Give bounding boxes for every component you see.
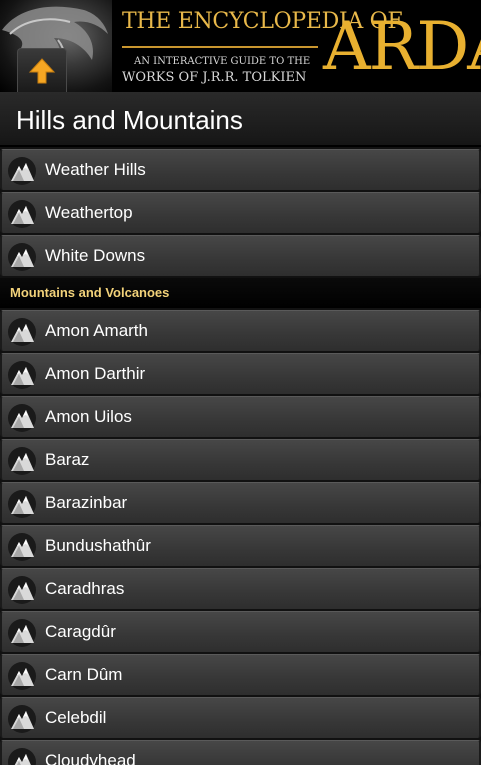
list-item-label: Carn Dûm [45, 665, 123, 684]
title-divider [122, 46, 318, 48]
list-item-label: Celebdil [45, 708, 107, 727]
banner: THE ENCYCLOPEDIA OF AN INTERACTIVE GUIDE… [0, 0, 481, 92]
list-item[interactable]: Cloudyhead [0, 740, 481, 765]
list-item-label: Bundushathûr [45, 536, 151, 555]
mountain-icon [8, 200, 36, 228]
list-item[interactable]: Weather Hills [0, 149, 481, 190]
list-item[interactable]: Caragdûr [0, 611, 481, 652]
mountain-icon [8, 533, 36, 561]
list-item[interactable]: Baraz [0, 439, 481, 480]
page-title: Hills and Mountains [16, 105, 243, 135]
title-big: ARDA [323, 8, 481, 85]
section-header: Mountains and Volcanoes [0, 278, 481, 308]
mountain-icon [8, 318, 36, 346]
list-item[interactable]: Bundushathûr [0, 525, 481, 566]
list-item[interactable]: Amon Amarth [0, 310, 481, 351]
mountain-icon [8, 361, 36, 389]
list-item-label: Amon Darthir [45, 364, 146, 383]
mountain-icon [8, 243, 36, 271]
mountain-icon [8, 662, 36, 690]
list-item-label: Amon Amarth [45, 321, 148, 340]
mountain-icon [8, 490, 36, 518]
list-item-label: Caragdûr [45, 622, 116, 641]
mountain-icon [8, 404, 36, 432]
list-item[interactable]: Barazinbar [0, 482, 481, 523]
list-item[interactable]: Weathertop [0, 192, 481, 233]
list-item[interactable]: White Downs [0, 235, 481, 276]
page-header: Hills and Mountains [0, 92, 481, 147]
list-item-label: Barazinbar [45, 493, 128, 512]
list-item[interactable]: Carn Dûm [0, 654, 481, 695]
mountain-icon [8, 619, 36, 647]
mountain-icon [8, 748, 36, 765]
app-title: THE ENCYCLOPEDIA OF AN INTERACTIVE GUIDE… [118, 6, 481, 88]
mountain-icon [8, 576, 36, 604]
list-item-label: White Downs [45, 246, 146, 265]
list-item-label: Cloudyhead [45, 751, 136, 765]
mountain-icon [8, 705, 36, 733]
list-item-label: Baraz [45, 450, 90, 469]
list-item-label: Weathertop [45, 203, 133, 222]
list-item[interactable]: Amon Uilos [0, 396, 481, 437]
up-button[interactable] [17, 48, 67, 92]
list-item[interactable]: Amon Darthir [0, 353, 481, 394]
app-root: THE ENCYCLOPEDIA OF AN INTERACTIVE GUIDE… [0, 0, 481, 765]
section-title: Mountains and Volcanoes [10, 285, 170, 300]
list-item[interactable]: Celebdil [0, 697, 481, 738]
subtitle-line1: AN INTERACTIVE GUIDE TO THE [134, 56, 311, 67]
list-item[interactable]: Caradhras [0, 568, 481, 609]
mountain-icon [8, 447, 36, 475]
list-item-label: Caradhras [45, 579, 125, 598]
places-list: Weather Hills Weathertop White Downs Mounta… [0, 149, 481, 765]
up-arrow-icon [28, 57, 56, 83]
subtitle-line2: WORKS OF J.R.R. TOLKIEN [122, 70, 307, 85]
mountain-icon [8, 157, 36, 185]
list-item-label: Amon Uilos [45, 407, 132, 426]
list-item-label: Weather Hills [45, 160, 146, 179]
